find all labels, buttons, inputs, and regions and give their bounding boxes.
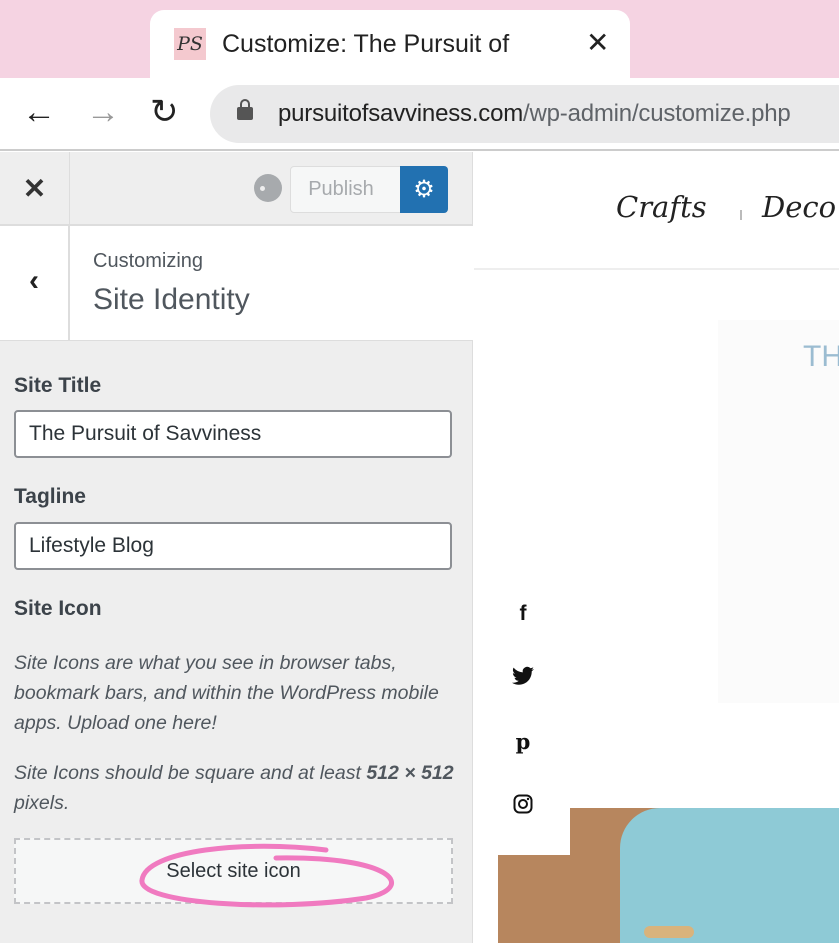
site-icon-label: Site Icon <box>14 597 102 620</box>
browser-toolbar: ← → ↻ pursuitofsavviness.com/wp-admin/cu… <box>0 78 839 151</box>
menu-item-crafts[interactable]: Crafts <box>616 190 707 224</box>
status-indicator-icon <box>254 174 282 202</box>
instagram-icon[interactable] <box>512 794 534 820</box>
back-chevron-icon[interactable]: ‹ <box>0 226 70 341</box>
tab-strip: PS Customize: The Pursuit of Savviness ✕ <box>0 0 839 78</box>
url-domain: pursuitofsavviness.com <box>278 100 524 127</box>
gear-icon[interactable]: ⚙ <box>400 166 448 213</box>
section-header: ‹ Customizing Site Identity <box>0 226 473 341</box>
site-icon-description: Site Icons are what you see in browser t… <box>14 652 439 734</box>
hero-image: TH <box>718 320 839 703</box>
site-favicon: PS <box>174 28 206 60</box>
cake-frosting <box>620 808 839 943</box>
section-title: Site Identity <box>93 283 250 316</box>
size-note-suffix: pixels. <box>14 792 70 814</box>
customizer-sidebar: ✕ Publish ⚙ ‹ Customizing Site Identity … <box>0 152 473 943</box>
address-bar[interactable]: pursuitofsavviness.com/wp-admin/customiz… <box>210 85 839 143</box>
publish-button[interactable]: Publish <box>290 166 402 213</box>
cake-sprinkle <box>644 926 694 938</box>
lock-icon <box>237 99 253 120</box>
preview-menu: Crafts Deco <box>474 152 839 270</box>
forward-icon[interactable]: → <box>86 92 120 132</box>
size-note-dimensions: 512 × 512 <box>366 762 454 784</box>
facebook-icon[interactable]: f <box>512 602 534 626</box>
hero-text: TH <box>803 340 839 373</box>
browser-tab[interactable]: PS Customize: The Pursuit of Savviness ✕ <box>150 10 630 78</box>
url-path: /wp-admin/customize.php <box>523 100 791 127</box>
tagline-label: Tagline <box>14 485 86 508</box>
size-note-text: Site Icons should be square and at least <box>14 762 367 784</box>
back-icon[interactable]: ← <box>22 92 56 132</box>
tagline-input[interactable]: Lifestyle Blog <box>14 522 452 570</box>
site-title-input[interactable]: The Pursuit of Savviness <box>14 410 452 458</box>
tab-close-icon[interactable]: ✕ <box>586 26 609 59</box>
close-customizer-icon[interactable]: ✕ <box>0 152 70 226</box>
reload-icon[interactable]: ↻ <box>150 92 179 132</box>
site-title-label: Site Title <box>14 374 102 397</box>
breadcrumb: Customizing <box>93 250 204 272</box>
select-site-icon-button[interactable]: Select site icon <box>14 838 453 908</box>
site-preview: Crafts Deco TH f p <box>474 152 839 943</box>
site-icon-size-note: Site Icons should be square and at least… <box>14 758 464 818</box>
url-text: pursuitofsavviness.com/wp-admin/customiz… <box>278 98 833 130</box>
customizer-header: ✕ Publish ⚙ <box>0 152 473 226</box>
select-site-icon-label: Select site icon <box>166 860 301 882</box>
pinterest-icon[interactable]: p <box>512 729 534 754</box>
menu-divider <box>740 210 742 220</box>
twitter-icon[interactable] <box>512 666 534 692</box>
menu-item-deco[interactable]: Deco <box>762 190 836 224</box>
tab-title: Customize: The Pursuit of Savviness <box>222 30 517 58</box>
